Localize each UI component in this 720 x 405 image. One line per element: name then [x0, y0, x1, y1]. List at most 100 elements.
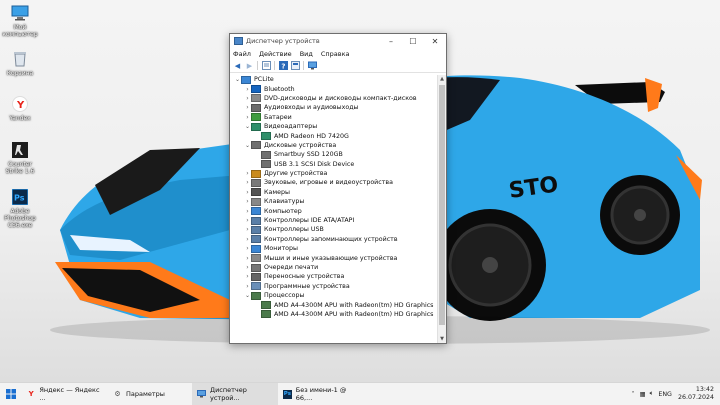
desktop-icon-yandex[interactable]: Y Yandex: [2, 95, 38, 122]
computer-icon: [251, 207, 261, 216]
collapsed-chevron-icon[interactable]: ›: [244, 104, 251, 111]
tree-device-item[interactable]: AMD Radeon HD 7420G: [230, 131, 437, 141]
desktop-icon-label: Yandex: [9, 115, 31, 122]
scan-hardware-icon[interactable]: [308, 61, 317, 70]
collapsed-chevron-icon[interactable]: ›: [244, 189, 251, 196]
clock[interactable]: 13:42 26.07.2024: [678, 386, 714, 402]
collapsed-chevron-icon[interactable]: ›: [244, 86, 251, 93]
language-indicator[interactable]: ENG: [658, 391, 672, 398]
tree-category-item[interactable]: › Камеры: [230, 188, 437, 197]
taskbar-item-yandex[interactable]: Y Яндекс — Яндекс ...: [22, 383, 108, 405]
collapsed-chevron-icon[interactable]: ›: [244, 208, 251, 215]
tree-category-item[interactable]: ⌄ PCLite: [230, 75, 437, 84]
tree-category-item[interactable]: › Звуковые, игровые и видеоустройства: [230, 178, 437, 187]
properties-icon[interactable]: [262, 61, 271, 70]
desktop-icon-my-computer[interactable]: Мой компьютер: [2, 4, 38, 38]
tree-device-item[interactable]: USB 3.1 SCSI Disk Device: [230, 160, 437, 169]
tree-category-item[interactable]: › Контроллеры USB: [230, 225, 437, 234]
taskbar-item-device-manager[interactable]: Диспетчер устрой...: [192, 383, 278, 405]
desktop-icon-photoshop[interactable]: Ps Adobe Photoshop CS6.exe: [2, 188, 38, 229]
tree-category-item[interactable]: › Программные устройства: [230, 282, 437, 291]
ide-controller-icon: [251, 216, 261, 225]
tree-category-item[interactable]: › Мониторы: [230, 244, 437, 253]
collapsed-chevron-icon[interactable]: ›: [244, 245, 251, 252]
tree-category-item[interactable]: › Компьютер: [230, 206, 437, 216]
tree-category-item[interactable]: › Контроллеры IDE ATA/ATAPI: [230, 216, 437, 225]
collapsed-chevron-icon[interactable]: ›: [244, 217, 251, 224]
tree-item-label: Другие устройства: [264, 170, 328, 178]
expanded-chevron-icon[interactable]: ⌄: [244, 123, 251, 130]
disk-drive-icon: [251, 141, 261, 150]
scrollbar-thumb[interactable]: [439, 85, 445, 325]
printer-icon: [251, 263, 261, 272]
computer-icon: [241, 75, 251, 84]
help-icon[interactable]: ?: [279, 61, 288, 70]
expanded-chevron-icon[interactable]: ⌄: [244, 142, 251, 149]
collapsed-chevron-icon[interactable]: ›: [244, 198, 251, 205]
settings-gear-icon: ⚙: [114, 390, 121, 398]
tree-category-item[interactable]: › Мыши и иные указывающие устройства: [230, 253, 437, 263]
vertical-scrollbar[interactable]: ▲ ▼: [437, 75, 446, 343]
collapsed-chevron-icon[interactable]: ›: [244, 273, 251, 280]
toolbar: ◀ ▶ ?: [230, 59, 446, 73]
close-button[interactable]: ✕: [424, 34, 446, 48]
tree-device-item[interactable]: AMD A4-4300M APU with Radeon(tm) HD Grap…: [230, 300, 437, 310]
collapsed-chevron-icon[interactable]: ›: [244, 283, 251, 290]
maximize-button[interactable]: ☐: [402, 34, 424, 48]
taskbar-item-label: Диспетчер устрой...: [210, 386, 247, 402]
menu-file[interactable]: Файл: [233, 50, 251, 58]
collapsed-chevron-icon[interactable]: ›: [244, 236, 251, 243]
expanded-chevron-icon[interactable]: ⌄: [244, 292, 251, 299]
software-device-icon: [251, 282, 261, 291]
battery-icon: [251, 113, 261, 122]
menu-view[interactable]: Вид: [300, 50, 313, 58]
device-tree[interactable]: ⌄ PCLite › Bluetooth › DVD-дисководы и дисков…: [230, 75, 437, 343]
menu-bar: Файл Действие Вид Справка: [230, 48, 446, 59]
tree-category-item[interactable]: ⌄ Видеоадаптеры: [230, 122, 437, 131]
collapsed-chevron-icon[interactable]: ›: [244, 95, 251, 102]
menu-help[interactable]: Справка: [321, 50, 350, 58]
tree-item-label: Мыши и иные указывающие устройства: [264, 254, 398, 262]
desktop-icon-recycle-bin[interactable]: Корзина: [2, 50, 38, 77]
tree-category-item[interactable]: › Контроллеры запоминающих устройств: [230, 235, 437, 244]
collapsed-chevron-icon[interactable]: ›: [244, 226, 251, 233]
tree-category-item[interactable]: ⌄ Дисковые устройства: [230, 141, 437, 150]
collapsed-chevron-icon[interactable]: ›: [244, 255, 251, 262]
tree-category-item[interactable]: › Батареи: [230, 113, 437, 122]
tree-device-item[interactable]: AMD A4-4300M APU with Radeon(tm) HD Grap…: [230, 310, 437, 319]
tree-category-item[interactable]: › Клавиатуры: [230, 197, 437, 206]
tree-category-item[interactable]: › Аудиовходы и аудиовыходы: [230, 103, 437, 112]
toolbar-separator: [274, 61, 275, 70]
back-arrow-icon[interactable]: ◀: [233, 61, 242, 70]
collapsed-chevron-icon[interactable]: ›: [244, 179, 251, 186]
taskbar-item-settings[interactable]: ⚙ Параметры: [108, 383, 192, 405]
collapsed-chevron-icon[interactable]: ›: [244, 114, 251, 121]
title-bar[interactable]: Диспетчер устройств – ☐ ✕: [230, 34, 446, 48]
taskbar-item-photoshop[interactable]: Ps Без имени-1 @ 66,...: [278, 383, 368, 405]
tree-category-item[interactable]: › Переносные устройства: [230, 272, 437, 281]
volume-icon[interactable]: 🔈︎: [650, 390, 654, 398]
expanded-chevron-icon[interactable]: ⌄: [234, 76, 241, 83]
start-button[interactable]: [0, 383, 22, 405]
display-adapter-icon: [251, 122, 261, 131]
device-manager-window[interactable]: Диспетчер устройств – ☐ ✕ Файл Действие …: [229, 33, 447, 344]
collapsed-chevron-icon[interactable]: ›: [244, 170, 251, 177]
tree-category-item[interactable]: › Другие устройства: [230, 169, 437, 178]
update-driver-icon[interactable]: [291, 61, 300, 70]
network-icon[interactable]: ▦: [640, 391, 646, 398]
scroll-up-arrow-icon[interactable]: ▲: [438, 75, 446, 83]
scroll-down-arrow-icon[interactable]: ▼: [438, 335, 446, 343]
tree-category-item[interactable]: › Очереди печати: [230, 263, 437, 272]
desktop-icon-counter-strike[interactable]: Counter Strike 1.6: [2, 141, 38, 175]
tree-device-item[interactable]: Smartbuy SSD 120GB: [230, 150, 437, 159]
chevron-up-icon[interactable]: ˄: [631, 391, 634, 398]
collapsed-chevron-icon[interactable]: ›: [244, 264, 251, 271]
menu-action[interactable]: Действие: [259, 50, 292, 58]
tree-category-item[interactable]: › DVD-дисководы и дисководы компакт-диско…: [230, 94, 437, 103]
tree-category-item[interactable]: › Bluetooth: [230, 84, 437, 94]
minimize-button[interactable]: –: [380, 34, 402, 48]
processor-icon: [251, 291, 261, 300]
forward-arrow-icon[interactable]: ▶: [245, 61, 254, 70]
taskbar-item-label: Без имени-1 @ 66,...: [295, 386, 347, 402]
tree-category-item[interactable]: ⌄ Процессоры: [230, 291, 437, 300]
